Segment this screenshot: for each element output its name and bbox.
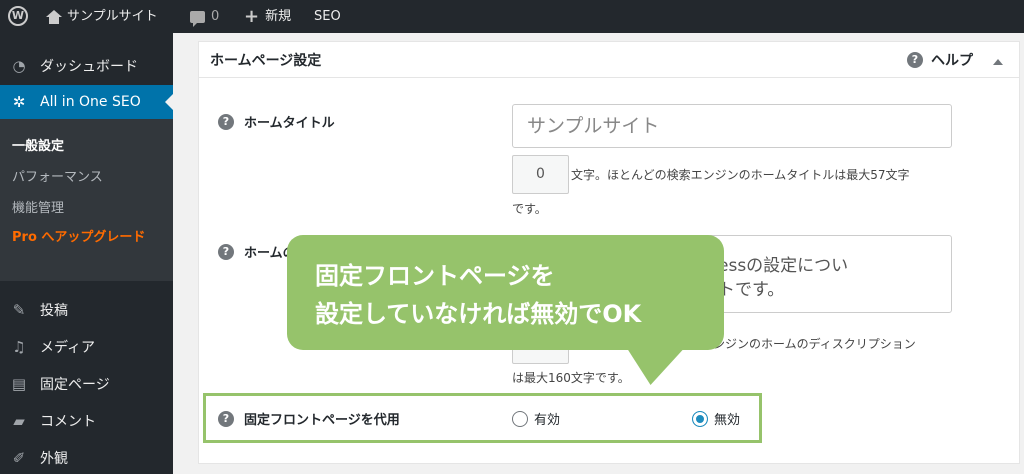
site-name: サンプルサイト [67, 9, 158, 24]
help-icon[interactable]: ? [218, 113, 234, 130]
sidebar-item-label: コメント [40, 414, 96, 430]
submenu-features[interactable]: 機能管理 [12, 197, 64, 216]
callout-line-1: 固定フロントページを [315, 262, 555, 290]
help-icon: ? [907, 52, 923, 68]
aioseo-submenu: 一般設定 パフォーマンス 機能管理 Pro へアップグレード [0, 119, 173, 281]
title-note: 文字。ほとんどの検索エンジンのホームタイトルは最大57文字 [571, 168, 910, 182]
panel-title: ホームページ設定 [210, 53, 322, 69]
home-title-input[interactable]: サンプルサイト [512, 104, 952, 148]
site-name-link[interactable]: サンプルサイト [46, 0, 158, 33]
submenu-general[interactable]: 一般設定 [12, 135, 64, 154]
page-icon: ▤ [11, 375, 27, 393]
home-title-label: ? ホームタイトル [218, 112, 335, 131]
home-description-label: ? ホームの [218, 242, 296, 261]
media-icon: ♫ [12, 338, 26, 356]
sidebar-item-posts[interactable]: ✎ 投稿 [0, 293, 173, 327]
sidebar-item-pages[interactable]: ▤ 固定ページ [0, 367, 173, 401]
comments-link[interactable]: 0 [190, 0, 219, 33]
upgrade-label: へアップグレード [36, 230, 146, 245]
gauge-icon: ◔ [12, 57, 26, 75]
sidebar-item-media[interactable]: ♫ メディア [0, 330, 173, 364]
help-toggle[interactable]: ? ヘルプ [907, 50, 973, 70]
highlight-frame [203, 393, 762, 443]
wordpress-logo-icon[interactable]: W [8, 6, 28, 26]
sidebar-item-dashboard[interactable]: ◔ ダッシュボード [0, 49, 173, 83]
title-char-counter: 0 [512, 155, 569, 194]
pro-label: Pro [12, 230, 37, 245]
help-label: ヘルプ [931, 53, 973, 69]
callout-tail [627, 349, 689, 385]
collapse-arrow-icon[interactable] [993, 59, 1003, 65]
description-line-1: essの設定につい [718, 256, 849, 276]
comment-icon: ▰ [13, 412, 25, 430]
comment-bubble-icon [190, 10, 205, 27]
gear-icon: ✲ [12, 93, 26, 111]
admin-bar: W サンプルサイト 0 + 新規 SEO [0, 0, 1024, 33]
callout-annotation: 固定フロントページを 設定していなければ無効でOK [287, 235, 724, 350]
panel-header: ホームページ設定 ? ヘルプ [199, 42, 1019, 78]
help-icon[interactable]: ? [218, 243, 234, 260]
callout-line-2: 設定していなければ無効でOK [315, 300, 642, 328]
sidebar-item-appearance[interactable]: ✐ 外観 [0, 441, 173, 474]
description-line-2: トです。 [718, 280, 785, 300]
plus-icon: + [244, 6, 260, 27]
brush-icon: ✐ [12, 449, 26, 467]
sidebar-item-label: All in One SEO [40, 94, 141, 110]
seo-menu-link[interactable]: SEO [314, 0, 341, 33]
sidebar-item-comments[interactable]: ▰ コメント [0, 404, 173, 438]
sidebar-item-label: 固定ページ [40, 377, 110, 393]
pin-icon: ✎ [12, 301, 26, 319]
submenu-performance[interactable]: パフォーマンス [12, 166, 103, 185]
home-icon [46, 9, 62, 24]
sidebar-item-label: メディア [40, 340, 96, 356]
sidebar-item-aioseo[interactable]: ✲ All in One SEO [0, 85, 173, 119]
sidebar-item-label: ダッシュボード [40, 59, 138, 75]
sidebar-item-label: 投稿 [40, 303, 68, 319]
new-label: 新規 [265, 9, 292, 24]
title-note-cont: です。 [512, 202, 547, 216]
home-title-label-text: ホームタイトル [244, 116, 335, 131]
new-content-link[interactable]: + 新規 [244, 0, 291, 33]
admin-sidebar: ◔ ダッシュボード ✲ All in One SEO 一般設定 パフォーマンス … [0, 33, 173, 474]
sidebar-item-label: 外観 [40, 451, 68, 467]
comments-count: 0 [211, 9, 220, 24]
description-note-cont: は最大160文字です。 [512, 371, 630, 385]
submenu-upgrade-pro[interactable]: Pro へアップグレード [12, 228, 162, 248]
